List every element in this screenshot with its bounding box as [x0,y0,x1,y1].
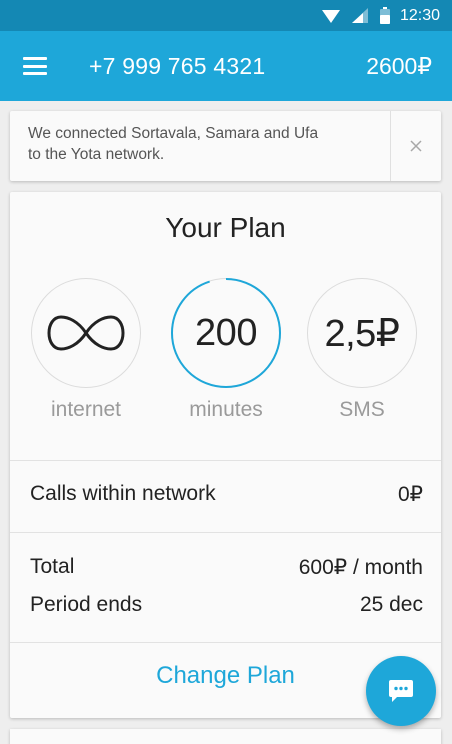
internet-circle [31,278,141,388]
chat-icon [389,680,413,702]
notice-banner: We connected Sortavala, Samara and Ufa t… [10,111,441,181]
status-bar: 12:30 [0,0,452,31]
internet-summary[interactable]: internet [31,278,141,422]
sms-value: 2,5₽ [324,312,400,355]
chat-button[interactable] [366,656,436,726]
calls-within-network-label: Calls within network [30,482,216,505]
total-value: 600₽ / month [298,556,423,579]
period-ends-label: Period ends [30,593,143,616]
menu-button[interactable] [0,31,70,101]
period-ends-value: 25 dec [359,593,423,616]
battery-icon [379,7,390,24]
internet-label: internet [50,398,122,421]
notice-text: We connected Sortavala, Samara and Ufa t… [10,111,390,181]
sms-label: SMS [339,398,385,421]
phone-number: +7 999 765 4321 [89,52,266,79]
app-bar: +7 999 765 4321 2600₽ [0,31,452,101]
sms-circle: 2,5₽ [307,278,417,388]
calls-within-network-value: 0₽ [397,483,423,506]
total-label: Total [30,555,75,578]
wifi-icon [321,9,340,23]
notice-line-2: to the Yota network. [28,146,165,163]
divider [10,460,441,461]
sms-summary[interactable]: 2,5₽ SMS [307,278,417,422]
notice-line-1: We connected Sortavala, Samara and Ufa [28,125,319,142]
plan-card: Your Plan internet 200 minutes 2,5₽ SMS … [10,192,441,718]
minutes-label: minutes [189,398,263,421]
minutes-summary[interactable]: 200 minutes [170,277,281,422]
close-icon [410,140,422,152]
minutes-progress-ring [170,277,281,388]
next-card [10,729,441,744]
signal-icon [351,8,368,23]
hamburger-menu-icon [23,57,47,75]
status-time: 12:30 [399,6,440,24]
plan-summary: internet 200 minutes 2,5₽ SMS [10,277,441,428]
divider [10,642,441,643]
infinity-icon [47,315,125,351]
divider [10,532,441,533]
notice-close-button[interactable] [390,111,441,181]
balance[interactable]: 2600₽ [366,53,432,80]
plan-title: Your Plan [165,212,286,243]
minutes-circle: 200 [170,277,281,388]
